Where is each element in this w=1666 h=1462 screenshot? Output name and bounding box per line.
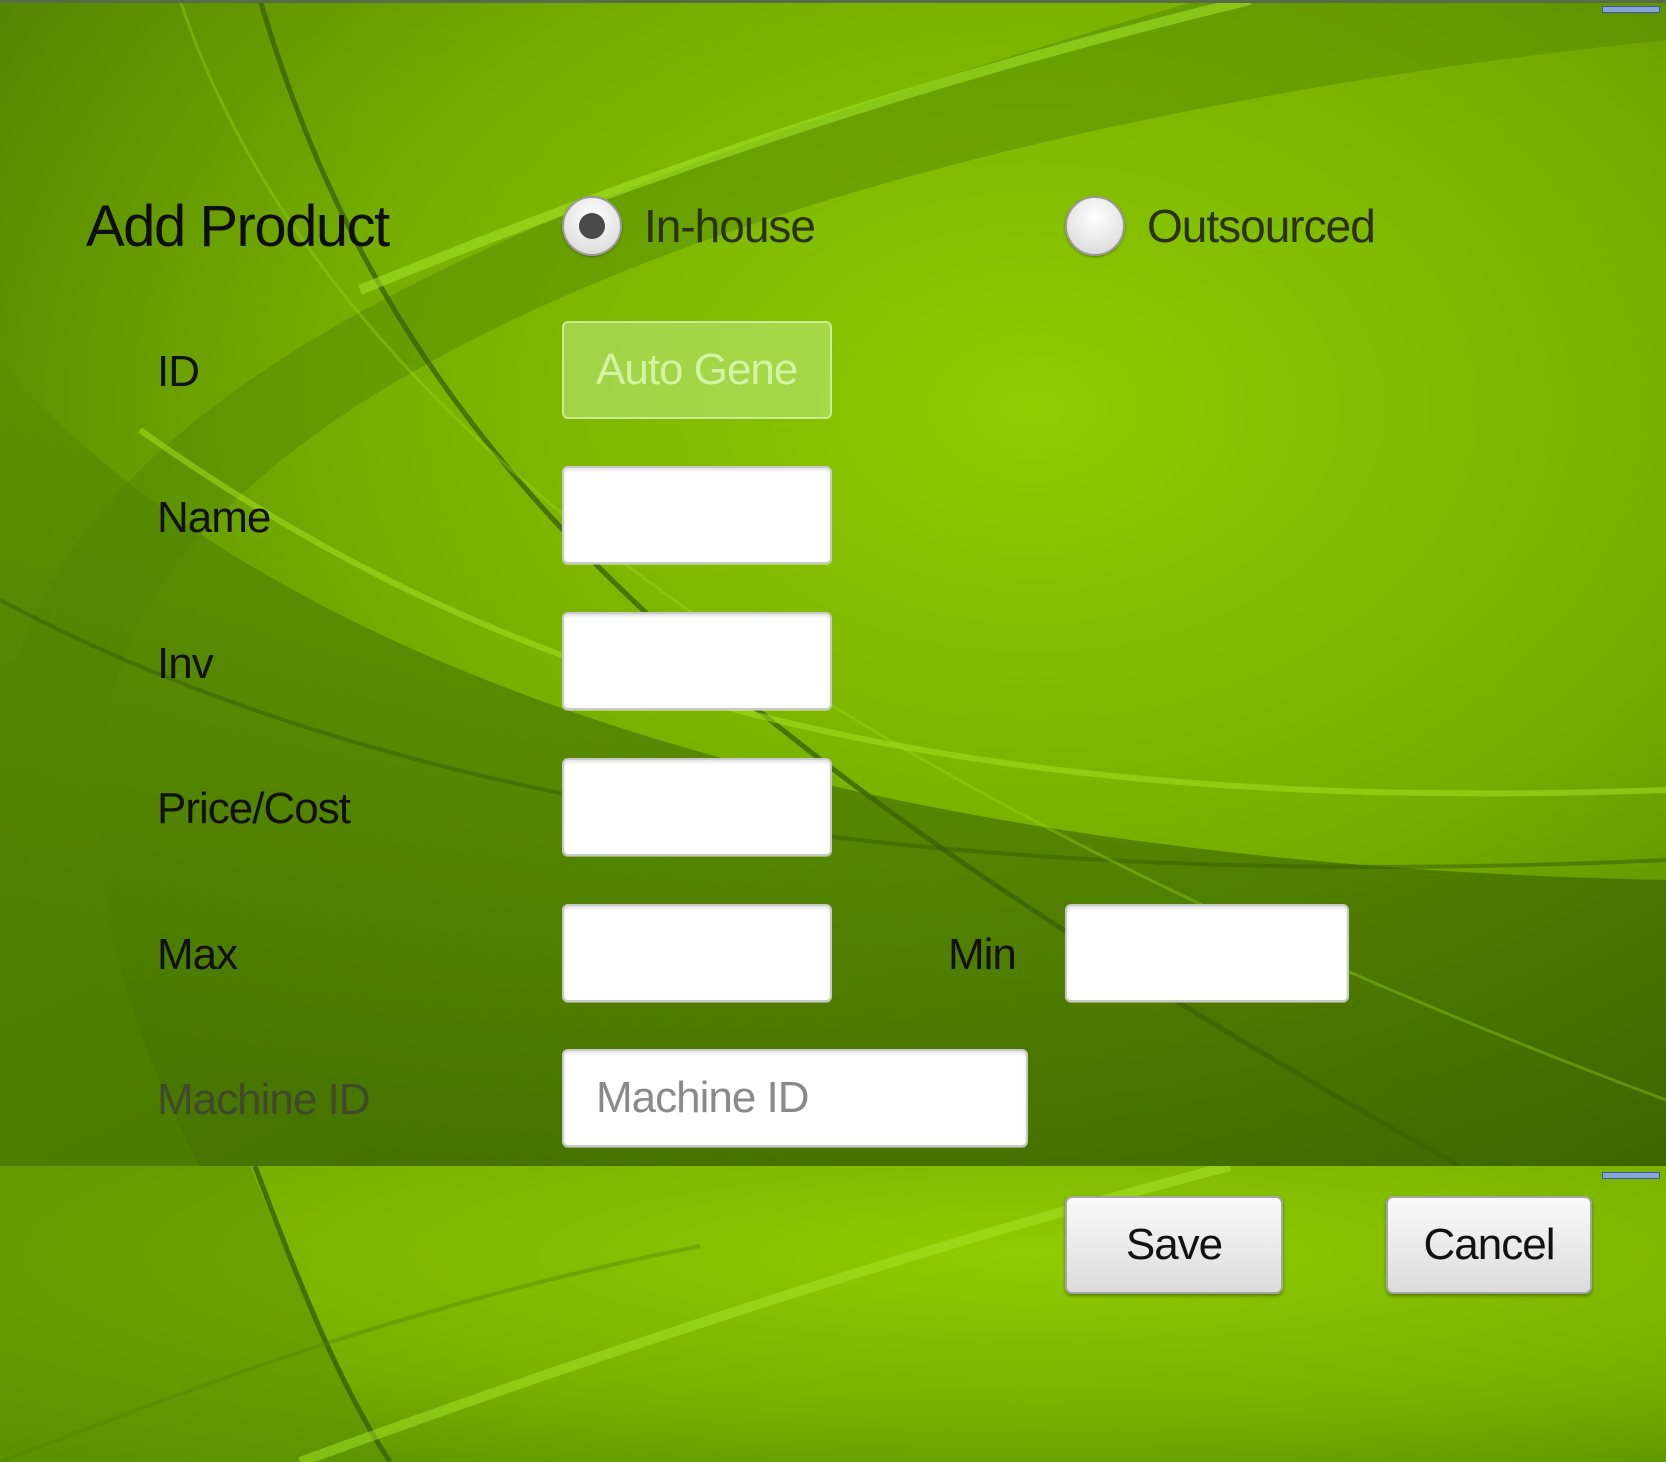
min-field[interactable]: [1065, 904, 1349, 1002]
id-field: [562, 321, 832, 419]
button-panel: Save Cancel: [0, 1166, 1666, 1462]
radio-outsourced-indicator[interactable]: [1065, 196, 1125, 256]
name-field[interactable]: [562, 466, 832, 564]
form-panel: Add Product In-house Outsourced ID Name …: [0, 0, 1666, 1166]
min-label: Min: [948, 930, 1017, 979]
max-label: Max: [157, 930, 238, 979]
price-cost-field[interactable]: [562, 758, 832, 856]
radio-in-house-indicator[interactable]: [562, 196, 622, 256]
machine-id-label: Machine ID: [157, 1075, 371, 1124]
inv-label: Inv: [157, 639, 214, 688]
radio-outsourced[interactable]: Outsourced: [1065, 196, 1376, 256]
panel-corner-marker-bottom: [1602, 1172, 1660, 1179]
panel-corner-marker: [1602, 6, 1660, 13]
name-label: Name: [157, 493, 271, 542]
radio-outsourced-label: Outsourced: [1147, 200, 1376, 252]
id-label: ID: [157, 347, 200, 396]
green-swoosh-background: [0, 0, 1666, 1166]
machine-id-field[interactable]: [562, 1049, 1028, 1147]
page-title: Add Product: [86, 194, 390, 259]
price-cost-label: Price/Cost: [157, 784, 351, 833]
radio-in-house[interactable]: In-house: [562, 196, 816, 256]
cancel-button[interactable]: Cancel: [1386, 1196, 1592, 1294]
inv-field[interactable]: [562, 612, 832, 710]
max-field[interactable]: [562, 904, 832, 1002]
window-top-border: [0, 0, 1666, 3]
save-button[interactable]: Save: [1065, 1196, 1283, 1294]
radio-in-house-label: In-house: [644, 200, 816, 252]
